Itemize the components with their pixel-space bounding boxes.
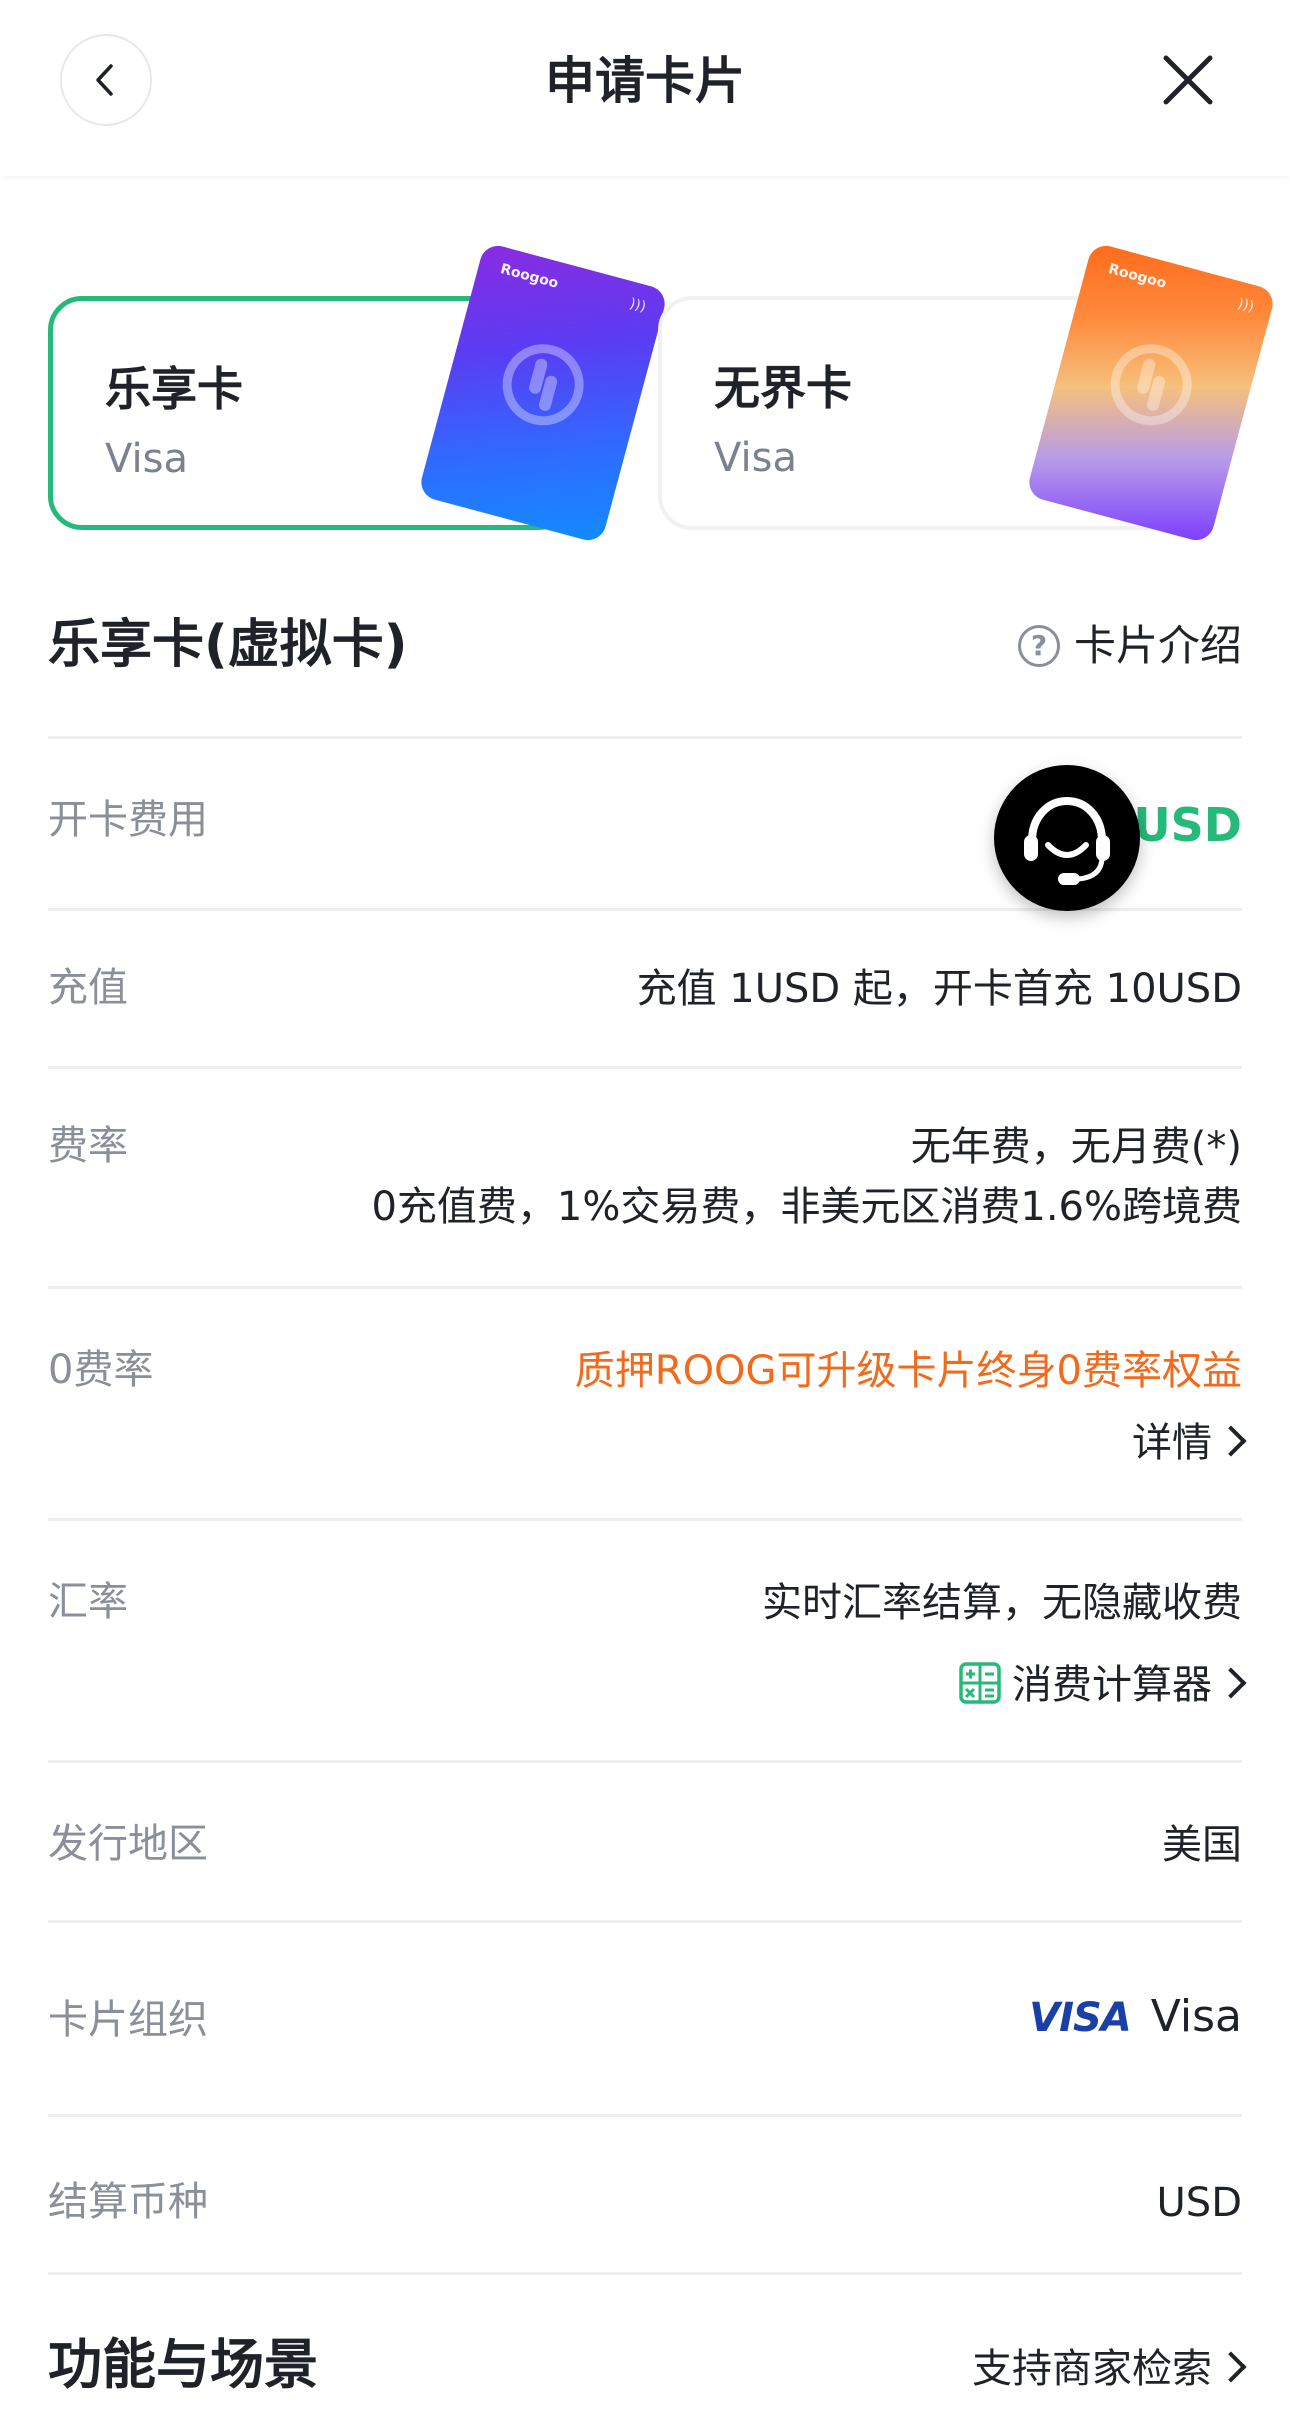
features-title: 功能与场景 <box>48 2333 318 2396</box>
customer-support-button[interactable] <box>994 765 1140 911</box>
card-brand-logo: Roogoo <box>1106 261 1169 292</box>
row-label: 汇率 <box>48 1579 128 1625</box>
card-tab-network: Visa <box>714 435 797 481</box>
close-icon <box>1163 55 1213 105</box>
row-label: 费率 <box>48 1123 128 1169</box>
rate-value: 实时汇率结算，无隐藏收费 <box>762 1580 1242 1626</box>
question-icon: ? <box>1017 625 1060 667</box>
card-section-title: 乐享卡(虚拟卡) <box>48 615 408 675</box>
card-tab-name: 乐享卡 <box>105 362 243 416</box>
calculator-label: 消费计算器 <box>1012 1662 1212 1708</box>
open-fee-value: USD <box>1133 798 1242 852</box>
zero-fee-details-link[interactable]: 详情 <box>1132 1415 1247 1471</box>
row-label: 开卡费用 <box>48 797 208 843</box>
close-button[interactable] <box>1160 52 1216 108</box>
currency-value: USD <box>1156 2180 1242 2226</box>
row-org: 卡片组织 VISA Visa <box>48 1920 1242 2116</box>
row-region: 发行地区 美国 <box>48 1760 1242 1922</box>
row-divider-bottom <box>48 2272 1242 2275</box>
calculator-icon <box>959 1662 1001 1704</box>
row-zero-fee: 0费率 质押ROOG可升级卡片终身0费率权益 详情 <box>48 1286 1247 1518</box>
roogoo-logo-icon <box>1110 344 1192 426</box>
page-title: 申请卡片 <box>545 52 745 110</box>
calculator-link[interactable]: 消费计算器 <box>958 1657 1247 1713</box>
fee-value-line1: 无年费，无月费(*) <box>910 1124 1242 1170</box>
region-value: 美国 <box>1162 1822 1242 1868</box>
details-label: 详情 <box>1132 1420 1212 1466</box>
card-image-blue[interactable]: Roogoo ))) <box>417 241 669 545</box>
nfc-icon: ))) <box>627 295 648 316</box>
chevron-right-icon <box>1215 1667 1247 1699</box>
roogoo-logo-icon <box>502 344 584 426</box>
chevron-right-icon <box>1215 1425 1247 1457</box>
chevron-right-icon <box>1215 2351 1247 2383</box>
org-value: VISA Visa <box>1029 1989 1242 2046</box>
row-label: 0费率 <box>48 1347 154 1393</box>
card-intro-label: 卡片介绍 <box>1073 621 1242 670</box>
header: 申请卡片 <box>0 0 1290 176</box>
card-tab-name: 无界卡 <box>714 361 852 415</box>
row-label: 结算币种 <box>48 2179 208 2225</box>
row-rate: 汇率 实时汇率结算，无隐藏收费 消费计算器 <box>48 1518 1247 1762</box>
visa-logo-icon: VISA <box>1029 1995 1132 2041</box>
row-fee: 费率 无年费，无月费(*) 0充值费，1%交易费，非美元区消费1.6%跨境费 <box>48 1066 1242 1286</box>
fee-value-line2: 0充值费，1%交易费，非美元区消费1.6%跨境费 <box>371 1184 1242 1230</box>
card-image-orange[interactable]: Roogoo ))) <box>1025 241 1277 545</box>
merchant-search-label: 支持商家检索 <box>972 2346 1212 2392</box>
card-intro-link[interactable]: ? 卡片介绍 <box>1017 618 1242 674</box>
card-tab-network: Visa <box>105 436 188 482</box>
topup-value: 充值 1USD 起，开卡首充 10USD <box>636 966 1242 1012</box>
org-name: Visa <box>1150 1991 1242 2042</box>
zero-fee-promo: 质押ROOG可升级卡片终身0费率权益 <box>574 1348 1242 1394</box>
card-brand-logo: Roogoo <box>498 261 561 292</box>
row-topup: 充值 充值 1USD 起，开卡首充 10USD <box>48 908 1242 1068</box>
row-label: 发行地区 <box>48 1821 208 1867</box>
merchant-search-link[interactable]: 支持商家检索 <box>972 2342 1247 2396</box>
row-label: 卡片组织 <box>48 1997 208 2043</box>
nfc-icon: ))) <box>1235 295 1256 316</box>
row-label: 充值 <box>48 965 128 1011</box>
row-currency: 结算币种 USD <box>48 2114 1242 2274</box>
headset-icon <box>1024 796 1110 885</box>
